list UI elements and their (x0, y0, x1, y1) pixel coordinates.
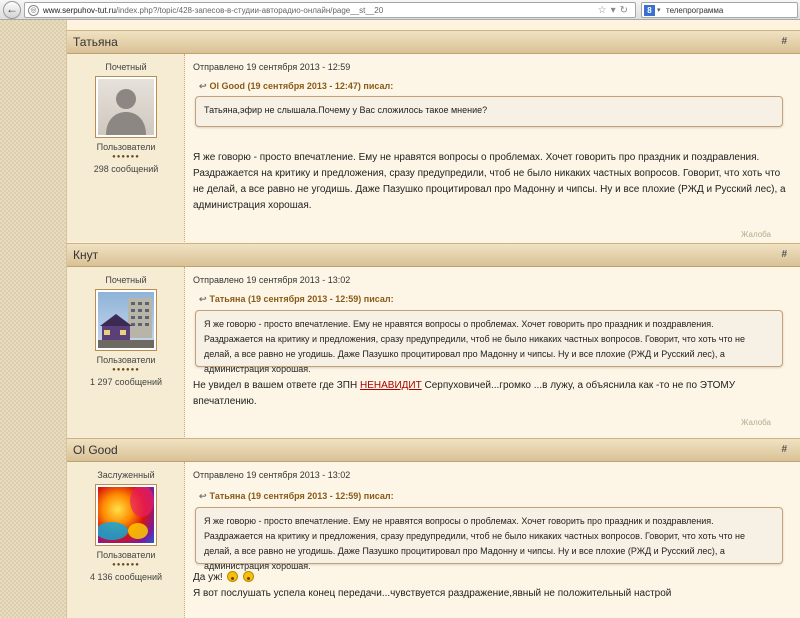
surprised-smiley-icon (227, 571, 239, 582)
post-header: Татьяна # (67, 30, 800, 54)
forum-post: Кнут # Почетный Пользователи ●●●●●● 1 29… (67, 243, 800, 439)
emphasis-link[interactable]: НЕНАВИДИТ (360, 380, 422, 391)
quote-citation[interactable]: ↩ Ol Good (19 сентября 2013 - 12:47) писа… (199, 81, 393, 92)
quote-arrow-icon: ↩ (199, 294, 207, 304)
author-name[interactable]: Ol Good (73, 443, 118, 457)
post-count: 1 297 сообщений (89, 377, 163, 387)
google-icon[interactable]: 8 (644, 5, 655, 16)
dropdown-arrow-icon[interactable]: ▾ (611, 5, 620, 16)
author-info: Заслуженный Пользователи ●●●●●● 4 136 со… (67, 462, 185, 618)
back-button[interactable]: ← (3, 1, 21, 19)
user-rank: Почетный (105, 275, 147, 285)
browser-toolbar: ← ◎ www.serpuhov-tut.ru/index.php?/topic… (0, 0, 800, 20)
user-group: Пользователи (96, 355, 156, 365)
rank-pips: ●●●●●● (112, 367, 140, 373)
quote-citation[interactable]: ↩ Татьяна (19 сентября 2013 - 12:59) писа… (199, 294, 394, 305)
post-content: Отправлено 19 сентября 2013 - 13:02 ↩ Тат… (185, 267, 800, 439)
search-engine-dropdown-icon[interactable]: ▾ (657, 4, 661, 17)
avatar[interactable] (95, 76, 157, 138)
author-name[interactable]: Кнут (73, 248, 98, 262)
post-content: Отправлено 19 сентября 2013 - 13:02 ↩ Тат… (185, 462, 800, 618)
user-group: Пользователи (96, 550, 156, 560)
quote-block: Я же говорю - просто впечатление. Ему не… (195, 507, 783, 571)
post-date: Отправлено 19 сентября 2013 - 13:02 (193, 275, 351, 285)
page-background-pattern (0, 20, 66, 618)
post-header: Кнут # (67, 243, 800, 267)
quote-block: Татьяна,эфир не слышала.Почему у Вас сло… (195, 96, 783, 127)
avatar-building-icon (98, 298, 154, 348)
url-text: www.serpuhov-tut.ru/index.php?/topic/428… (43, 6, 384, 15)
avatar[interactable] (95, 484, 157, 546)
forum-post: Ol Good # Заслуженный Пользователи ●●●●●… (67, 438, 800, 618)
post-count: 298 сообщений (93, 164, 159, 174)
smiley-icon (243, 571, 255, 582)
post-date: Отправлено 19 сентября 2013 - 13:02 (193, 470, 351, 480)
report-link[interactable]: Жалоба (741, 418, 771, 427)
author-info: Почетный Пользователи ●●●●●● 1 297 сообщ… (67, 267, 185, 439)
user-rank: Почетный (105, 62, 147, 72)
avatar-abstract-icon (98, 487, 154, 540)
quote-arrow-icon: ↩ (199, 81, 207, 91)
user-group: Пользователи (96, 142, 156, 152)
user-rank: Заслуженный (97, 470, 155, 480)
post-count: 4 136 сообщений (89, 572, 163, 582)
quote-citation[interactable]: ↩ Татьяна (19 сентября 2013 - 12:59) писа… (199, 491, 394, 502)
back-arrow-icon: ← (6, 2, 18, 16)
search-input[interactable]: телепрограмма (666, 4, 723, 17)
post-body: Да уж! Я вот послушать успела конец пере… (193, 571, 672, 599)
quote-block: Я же говорю - просто впечатление. Ему не… (195, 310, 783, 374)
post-content: Отправлено 19 сентября 2013 - 12:59 ↩ Ol … (185, 54, 800, 242)
post-header: Ol Good # (67, 438, 800, 462)
post-date: Отправлено 19 сентября 2013 - 12:59 (193, 62, 351, 72)
site-favicon-icon: ◎ (28, 5, 39, 16)
author-info: Почетный Пользователи ●●●●●● 298 сообщен… (67, 54, 185, 242)
post-permalink[interactable]: # (781, 36, 787, 47)
quote-arrow-icon: ↩ (199, 491, 207, 501)
post-body: Не увидел в вашем ответе где ЗПН НЕНАВИД… (193, 380, 736, 407)
reload-icon[interactable]: ↻ (620, 5, 632, 16)
address-bar[interactable]: ◎ www.serpuhov-tut.ru/index.php?/topic/4… (24, 2, 636, 18)
bookmark-star-icon[interactable]: ☆ (598, 5, 611, 16)
report-link[interactable]: Жалоба (741, 230, 771, 239)
rank-pips: ●●●●●● (112, 154, 140, 160)
forum-post: Татьяна # Почетный Пользователи ●●●●●● 2… (67, 30, 800, 242)
forum-thread: Татьяна # Почетный Пользователи ●●●●●● 2… (66, 20, 800, 618)
avatar-silhouette-icon (106, 89, 146, 135)
search-bar[interactable]: 8 ▾ телепрограмма (641, 2, 798, 18)
author-name[interactable]: Татьяна (73, 35, 118, 49)
post-body: Я же говорю - просто впечатление. Ему не… (193, 152, 786, 211)
rank-pips: ●●●●●● (112, 562, 140, 568)
post-permalink[interactable]: # (781, 249, 787, 260)
avatar[interactable] (95, 289, 157, 351)
post-permalink[interactable]: # (781, 444, 787, 455)
